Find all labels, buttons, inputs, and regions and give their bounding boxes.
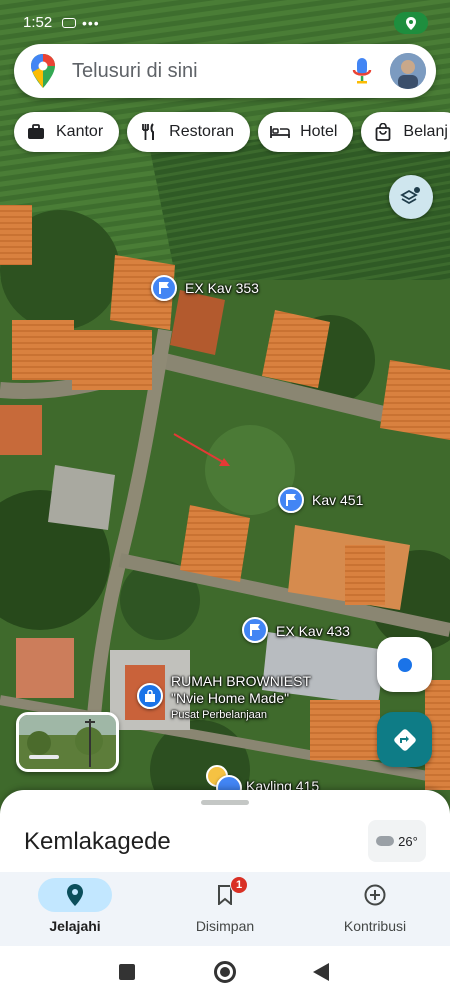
shopping-bag-pin-icon[interactable]	[137, 683, 163, 709]
briefcase-icon	[26, 122, 46, 142]
nav-label: Jelajahi	[49, 918, 101, 934]
weather-chip[interactable]: 26°	[368, 820, 426, 862]
status-icons: •••	[62, 15, 100, 31]
back-button[interactable]	[313, 963, 329, 981]
nav-kontribusi[interactable]: Kontribusi	[300, 872, 450, 946]
microphone-icon[interactable]	[350, 56, 374, 86]
fork-knife-icon	[139, 122, 159, 142]
notification-badge: 1	[230, 876, 248, 894]
nav-jelajahi[interactable]: Jelajahi	[0, 872, 150, 946]
shopping-bag-icon	[373, 122, 393, 142]
chip-belanja[interactable]: Belanj	[361, 112, 450, 152]
location-pin-icon	[67, 884, 83, 906]
status-bar: 1:52 •••	[0, 0, 450, 42]
layers-icon	[400, 187, 420, 205]
directions-button[interactable]	[377, 712, 432, 767]
cloud-icon	[376, 836, 395, 846]
marker-label[interactable]: RUMAH BROWNIEST	[171, 673, 311, 689]
home-button[interactable]	[214, 961, 236, 983]
chip-restoran[interactable]: Restoran	[127, 112, 251, 152]
chip-label: Restoran	[169, 123, 235, 140]
marker-subtitle: "Nvie Home Made"	[171, 690, 290, 706]
bottom-navigation: Jelajahi 1 Disimpan Kontribusi	[0, 872, 450, 946]
nav-label: Disimpan	[195, 918, 255, 934]
recent-apps-button[interactable]	[119, 964, 135, 980]
google-maps-logo-icon	[31, 54, 55, 88]
temperature: 26°	[398, 833, 418, 849]
chip-label: Hotel	[300, 123, 338, 140]
directions-icon	[393, 728, 416, 751]
location-active-icon	[394, 12, 428, 34]
system-navigation-bar	[0, 946, 450, 1000]
flag-pin-icon[interactable]	[151, 275, 177, 301]
avatar[interactable]	[390, 53, 426, 89]
status-time: 1:52	[23, 14, 53, 31]
bottom-sheet[interactable]: Kemlakagede 26°	[0, 790, 450, 876]
marker-label[interactable]: EX Kav 353	[185, 280, 259, 296]
flag-pin-icon[interactable]	[278, 487, 304, 513]
chip-label: Kantor	[56, 123, 104, 140]
notification-icon	[62, 18, 76, 28]
marker-label[interactable]: Kav 451	[312, 492, 363, 508]
marker-label[interactable]: EX Kav 433	[276, 623, 350, 639]
add-circle-icon	[364, 884, 386, 906]
street-view-thumbnail[interactable]	[16, 712, 119, 772]
search-input[interactable]: Telusuri di sini	[72, 60, 350, 83]
my-location-icon	[397, 657, 412, 672]
nav-disimpan[interactable]: 1 Disimpan	[150, 872, 300, 946]
chip-label: Belanj	[403, 123, 448, 140]
drag-handle[interactable]	[201, 800, 249, 805]
search-bar[interactable]: Telusuri di sini	[14, 44, 436, 98]
nav-label: Kontribusi	[343, 918, 407, 934]
chip-hotel[interactable]: Hotel	[258, 112, 354, 152]
flag-pin-icon[interactable]	[242, 617, 268, 643]
chip-kantor[interactable]: Kantor	[14, 112, 120, 152]
layers-button[interactable]	[389, 175, 433, 219]
my-location-button[interactable]	[377, 637, 432, 692]
marker-category: Pusat Perbelanjaan	[171, 709, 268, 721]
place-title: Kemlakagede	[24, 828, 171, 855]
bed-icon	[270, 122, 290, 142]
more-dots-icon: •••	[82, 15, 100, 31]
category-chips: Kantor Restoran Hotel Belanj	[14, 112, 450, 152]
